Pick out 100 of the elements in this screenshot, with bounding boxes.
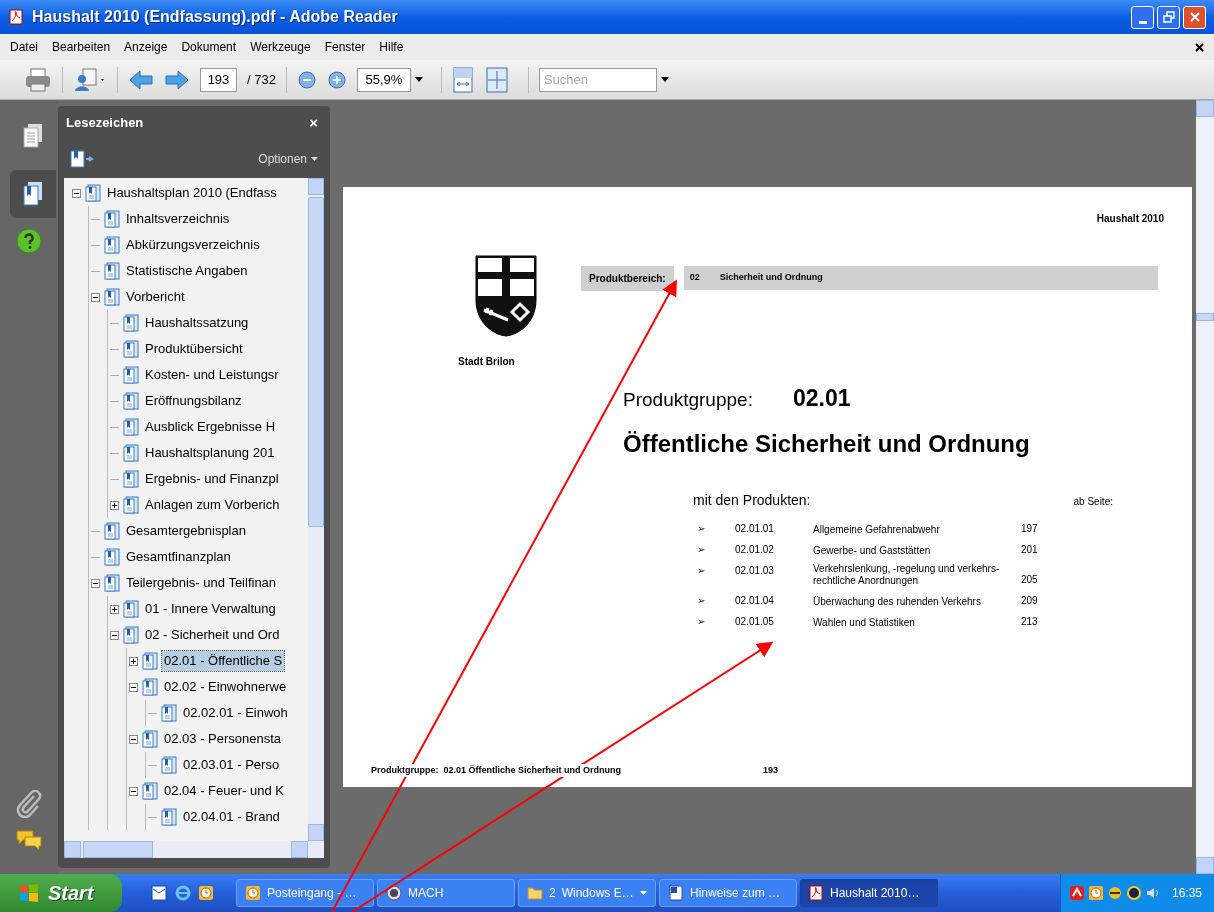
bookmark-page-icon [123,314,139,332]
taskbar-button[interactable]: Haushalt 2010… [800,879,938,907]
bookmark-page-icon [123,444,139,462]
bookmark-item[interactable]: 02.04.01 - Brand [181,807,282,827]
zoom-out-icon[interactable] [296,69,317,90]
bookmark-item[interactable]: 02.03 - Personensta [162,729,284,749]
expand-toggle[interactable] [129,656,138,666]
next-page-icon[interactable] [164,67,190,92]
minimize-button[interactable] [1131,5,1154,29]
printer-icon[interactable] [24,66,52,93]
menu-item[interactable]: Bearbeiten [52,38,111,56]
start-button[interactable]: Start [0,874,122,912]
bookmark-add-icon[interactable] [70,149,94,169]
bookmark-item[interactable]: Gesamtergebnisplan [124,521,248,541]
bookmark-page-icon [85,184,101,202]
bookmark-item[interactable]: 02.04 - Feuer- und K [162,781,286,801]
expand-toggle[interactable] [72,188,81,198]
bullet-mark: ➢ [696,563,706,578]
bookmark-page-icon [123,470,139,488]
bookmark-item[interactable]: Ergebnis- und Finanzpl [143,469,281,489]
panel-title: Lesezeichen [66,114,144,133]
bookmarks-tab[interactable] [10,170,56,218]
area-code: 02 [689,271,700,284]
close-button[interactable] [1183,5,1206,29]
bookmark-page-icon [104,288,120,306]
product-page: 197 [1021,521,1039,536]
bookmark-item[interactable]: 02 - Sicherheit und Ord [143,625,282,645]
taskbar-button[interactable]: Posteingang - … [236,879,374,907]
caret-icon [414,77,423,82]
product-page: 205 [1021,572,1039,587]
browser-icon[interactable] [174,884,192,902]
comments-icon[interactable] [15,828,43,852]
group-code: 02.01 [792,384,851,413]
bookmark-page-icon [123,496,139,514]
bookmark-page-icon [142,652,158,670]
bookmark-page-icon [142,678,158,696]
bookmark-item[interactable]: 01 - Innere Verwaltung [143,599,278,619]
expand-toggle[interactable] [110,630,119,640]
expand-toggle[interactable] [91,578,100,588]
bookmark-item[interactable]: 02.02.01 - Einwoh [181,703,290,723]
expand-toggle[interactable] [129,734,138,744]
expand-toggle[interactable] [129,682,138,692]
bookmark-item[interactable]: Abkürzungsverzeichnis [124,235,262,255]
outlook-icon[interactable] [150,884,168,902]
close-document-icon[interactable] [1195,42,1204,52]
horizontal-scrollbar[interactable] [64,841,324,858]
menu-item[interactable]: Anzeige [124,38,168,56]
expand-toggle[interactable] [110,604,119,614]
taskbar-button[interactable]: Hinweise zum … [659,879,797,907]
fit-width-icon[interactable] [451,66,474,93]
paperclip-icon[interactable] [16,790,42,818]
bookmark-item[interactable]: 02.03.01 - Perso [181,755,282,775]
bookmark-item[interactable]: Haushaltssatzung [143,313,251,333]
menu-item[interactable]: Datei [10,38,38,56]
taskbar-button[interactable]: MACH [377,879,515,907]
menu-item[interactable]: Werkzeuge [250,38,311,56]
product-code: 02.01.03 [735,563,775,578]
previous-page-icon[interactable] [128,67,154,92]
bookmark-item[interactable]: Teilergebnis- und Teilfinan [124,573,279,593]
bookmark-item[interactable]: 02.02 - Einwohnerwe [162,677,289,697]
taskbar-button[interactable]: 2 Windows E… [518,879,656,907]
bookmark-item[interactable]: Haushaltsplan 2010 (Endfass [105,183,279,203]
bookmark-page-icon [104,210,120,228]
page-number-field[interactable]: 193 [200,67,237,92]
document-icon [668,885,684,901]
restore-button[interactable] [1157,5,1180,29]
tray-network-icon[interactable] [1106,885,1123,901]
bookmark-item[interactable]: Produktübersicht [143,339,245,359]
bookmark-page-icon [142,782,158,800]
area-name: Sicherheit und Ordnung [719,271,823,284]
expand-toggle[interactable] [129,786,138,796]
help-icon[interactable] [16,228,42,254]
menu-item[interactable]: Dokument [181,38,237,56]
expand-toggle[interactable] [91,292,100,302]
bookmark-item[interactable]: Eröffnungsbilanz [143,391,244,411]
menu-item[interactable]: Hilfe [379,38,404,56]
bookmark-item[interactable]: Ausblick Ergebnisse H [143,417,278,437]
footer-page-number: 193 [763,763,779,777]
expand-toggle[interactable] [110,500,119,510]
bookmark-item[interactable]: Anlagen zum Vorberich [143,495,282,515]
caret-icon [660,77,669,82]
document-scrollbar[interactable] [1196,100,1214,874]
bookmark-item[interactable]: Inhaltsverzeichnis [124,209,232,229]
bookmark-item[interactable]: Gesamtfinanzplan [124,547,233,567]
tray-shield-icon[interactable] [1125,885,1142,901]
bookmark-item[interactable]: 02.01 - Öffentliche S [162,651,285,671]
menu-item[interactable]: Fenster [324,38,366,56]
bookmark-item[interactable]: Statistische Angaben [124,261,250,281]
tray-app-icon[interactable] [1068,885,1085,901]
vertical-scrollbar[interactable] [308,178,324,841]
bookmark-item[interactable]: Kosten- und Leistungsr [143,365,281,385]
page-count: / 732 [247,70,276,89]
zoom-in-icon[interactable] [326,69,347,90]
bookmark-item[interactable]: Haushaltsplanung 201 [143,443,277,463]
user-document-icon[interactable] [73,66,107,93]
options-menu-button[interactable]: Optionen [258,150,318,168]
product-page: 209 [1021,593,1039,608]
circle-app-icon [386,885,402,901]
bookmark-item[interactable]: Vorbericht [124,287,187,307]
panel-close-button[interactable]: × [305,111,322,135]
